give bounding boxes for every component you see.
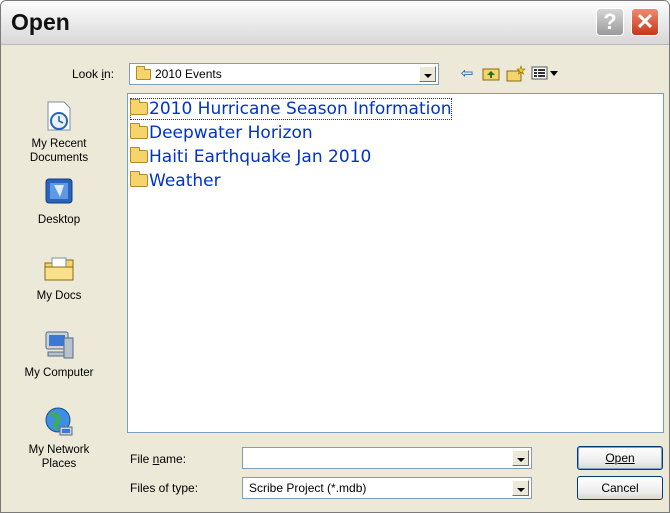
views-menu-icon[interactable] (531, 65, 565, 83)
folder-icon (136, 66, 151, 80)
folder-icon (130, 99, 148, 115)
computer-icon (42, 328, 76, 362)
places-bar: My Recent Documents Desktop My Docs My C… (5, 93, 113, 503)
folder-name: Deepwater Horizon (149, 123, 313, 143)
place-label-line1: My Network (28, 444, 90, 456)
place-label-line1: My Docs (36, 290, 82, 302)
cancel-button[interactable]: Cancel (577, 476, 663, 500)
file-type-label: Files of type: (130, 481, 199, 495)
folder-icon (130, 147, 148, 163)
new-folder-icon[interactable] (506, 65, 526, 83)
help-button[interactable]: ? (596, 8, 624, 36)
back-icon[interactable]: ⇦ (457, 65, 477, 83)
open-button[interactable]: Open (577, 446, 663, 470)
place-my-network-places[interactable]: My Network Places (5, 405, 113, 471)
file-list[interactable]: 2010 Hurricane Season Information Deepwa… (127, 93, 664, 433)
place-label-line1: Desktop (37, 214, 81, 226)
network-icon (42, 405, 76, 439)
place-my-docs[interactable]: My Docs (5, 251, 113, 303)
list-item[interactable]: Weather (130, 170, 221, 192)
up-one-level-icon[interactable] (481, 65, 501, 83)
dialog-title: Open (11, 9, 70, 35)
look-in-label: Look in: (72, 67, 115, 81)
open-button-label: Open (605, 451, 635, 465)
place-label-line1: My Recent (31, 138, 87, 150)
folder-name: 2010 Hurricane Season Information (149, 99, 452, 119)
place-desktop[interactable]: Desktop (5, 175, 113, 227)
chevron-down-icon[interactable] (512, 450, 529, 466)
list-item[interactable]: Deepwater Horizon (130, 122, 313, 144)
folder-icon (130, 123, 148, 139)
file-type-select[interactable]: Scribe Project (*.mdb) (242, 477, 532, 499)
look-in-select[interactable]: 2010 Events (129, 63, 439, 85)
list-item[interactable]: 2010 Hurricane Season Information (130, 98, 452, 120)
look-in-value: 2010 Events (155, 67, 222, 81)
my-docs-icon (42, 251, 76, 285)
open-dialog: Open ? ✕ Look in: 2010 Events ⇦ My Recen… (0, 0, 670, 513)
place-label-line2: Documents (29, 152, 89, 164)
folder-name: Weather (149, 171, 221, 191)
folder-icon (130, 171, 148, 187)
folder-name: Haiti Earthquake Jan 2010 (149, 147, 372, 167)
place-label-line1: My Computer (24, 367, 94, 379)
close-button[interactable]: ✕ (631, 8, 659, 36)
desktop-icon (42, 175, 76, 209)
chevron-down-icon[interactable] (512, 480, 529, 496)
chevron-down-icon[interactable] (419, 66, 436, 82)
title-bar[interactable]: Open ? ✕ (1, 1, 669, 45)
recent-documents-icon (42, 99, 76, 133)
place-label-line2: Places (41, 458, 77, 470)
list-item[interactable]: Haiti Earthquake Jan 2010 (130, 146, 371, 168)
place-my-computer[interactable]: My Computer (5, 328, 113, 380)
file-name-label: File name: (130, 452, 187, 466)
place-my-recent-documents[interactable]: My Recent Documents (5, 99, 113, 165)
file-name-input[interactable] (242, 447, 532, 469)
file-type-value: Scribe Project (*.mdb) (249, 481, 367, 495)
